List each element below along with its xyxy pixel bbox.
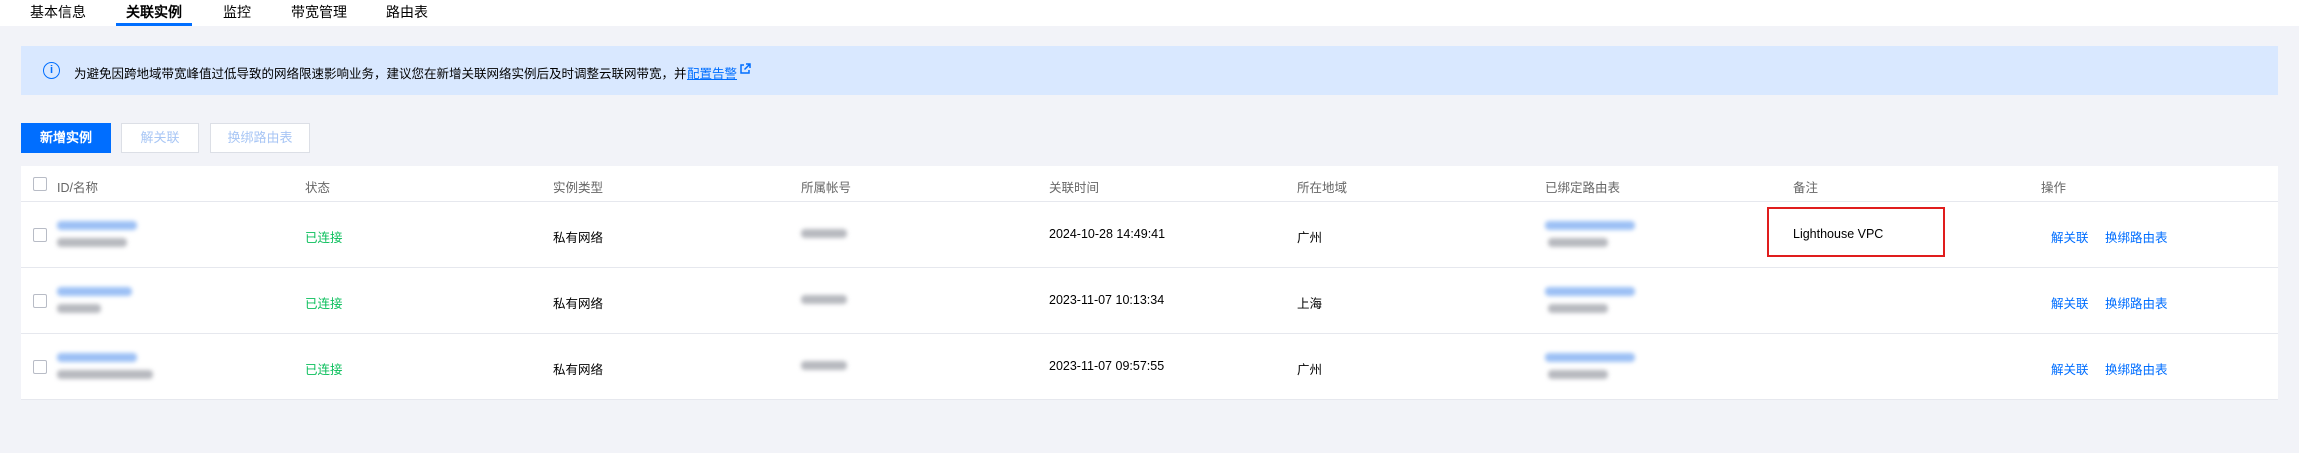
instance-type: 私有网络 (553, 297, 604, 311)
instance-id-link[interactable] (57, 221, 137, 230)
route-table-link[interactable] (1545, 353, 1635, 362)
row-checkbox[interactable] (33, 228, 47, 242)
account-id (801, 361, 847, 370)
remark-highlight-box (1767, 207, 1945, 257)
header-id-name: ID/名称 (57, 181, 98, 195)
region: 广州 (1297, 363, 1323, 377)
route-table-link[interactable] (1545, 287, 1635, 296)
unbind-button[interactable]: 解关联 (121, 123, 199, 153)
region: 广州 (1297, 231, 1323, 245)
instance-id-link[interactable] (57, 287, 132, 296)
row-checkbox[interactable] (33, 360, 47, 374)
status-text: 已连接 (305, 363, 343, 377)
header-status: 状态 (305, 181, 331, 195)
route-table-name (1548, 304, 1608, 313)
table-header: ID/名称 状态 实例类型 所属帐号 关联时间 所在地域 已绑定路由表 备注 操… (21, 166, 2278, 202)
status-text: 已连接 (305, 231, 343, 245)
rebind-route-table-link[interactable]: 换绑路由表 (2105, 359, 2168, 378)
associated-time: 2023-11-07 10:13:34 (1049, 293, 1165, 307)
rebind-route-table-button[interactable]: 换绑路由表 (210, 123, 310, 153)
route-table-name (1548, 370, 1608, 379)
tab-route-table[interactable]: 路由表 (386, 3, 428, 26)
unbind-link[interactable]: 解关联 (2051, 359, 2089, 378)
status-text: 已连接 (305, 297, 343, 311)
notice-banner: i 为避免因跨地域带宽峰值过低导致的网络限速影响业务，建议您在新增关联网络实例后… (21, 46, 2278, 95)
table-row: 已连接 私有网络 2023-11-07 09:57:55 广州 解关联 换绑路由… (21, 334, 2278, 400)
header-remark: 备注 (1793, 181, 1819, 195)
add-instance-button[interactable]: 新增实例 (21, 123, 111, 153)
instance-name (57, 304, 101, 313)
configure-alarm-link[interactable]: 配置告警 (687, 63, 737, 82)
instance-type: 私有网络 (553, 231, 604, 245)
tab-bar: 基本信息 关联实例 监控 带宽管理 路由表 (0, 0, 2299, 26)
associated-time: 2023-11-07 09:57:55 (1049, 359, 1165, 373)
header-operations: 操作 (2041, 181, 2067, 195)
instance-name (57, 238, 127, 247)
external-link-icon[interactable] (739, 63, 751, 75)
header-associated-time: 关联时间 (1049, 181, 1100, 195)
select-all-checkbox[interactable] (33, 177, 47, 191)
region: 上海 (1297, 297, 1323, 311)
notice-text: 为避免因跨地域带宽峰值过低导致的网络限速影响业务，建议您在新增关联网络实例后及时… (74, 67, 687, 81)
route-table-name (1548, 238, 1608, 247)
rebind-route-table-link[interactable]: 换绑路由表 (2105, 293, 2168, 312)
info-icon: i (43, 62, 60, 79)
tab-bandwidth-management[interactable]: 带宽管理 (291, 3, 347, 26)
table-row: 已连接 私有网络 2023-11-07 10:13:34 上海 解关联 换绑路由… (21, 268, 2278, 334)
tab-monitoring[interactable]: 监控 (223, 3, 251, 26)
header-region: 所在地域 (1297, 181, 1348, 195)
unbind-link[interactable]: 解关联 (2051, 227, 2089, 246)
header-account: 所属帐号 (801, 181, 852, 195)
unbind-link[interactable]: 解关联 (2051, 293, 2089, 312)
account-id (801, 229, 847, 238)
tab-basic-info[interactable]: 基本信息 (30, 3, 86, 26)
tab-associated-instances-label: 关联实例 (126, 4, 182, 20)
account-id (801, 295, 847, 304)
row-checkbox[interactable] (33, 294, 47, 308)
route-table-link[interactable] (1545, 221, 1635, 230)
instance-name (57, 370, 153, 379)
instance-id-link[interactable] (57, 353, 137, 362)
instance-type: 私有网络 (553, 363, 604, 377)
associated-time: 2024-10-28 14:49:41 (1049, 227, 1166, 241)
tab-associated-instances[interactable]: 关联实例 (116, 3, 192, 26)
header-bound-route-table: 已绑定路由表 (1545, 181, 1621, 195)
header-instance-type: 实例类型 (553, 181, 604, 195)
rebind-route-table-link[interactable]: 换绑路由表 (2105, 227, 2168, 246)
active-tab-indicator (116, 23, 192, 26)
